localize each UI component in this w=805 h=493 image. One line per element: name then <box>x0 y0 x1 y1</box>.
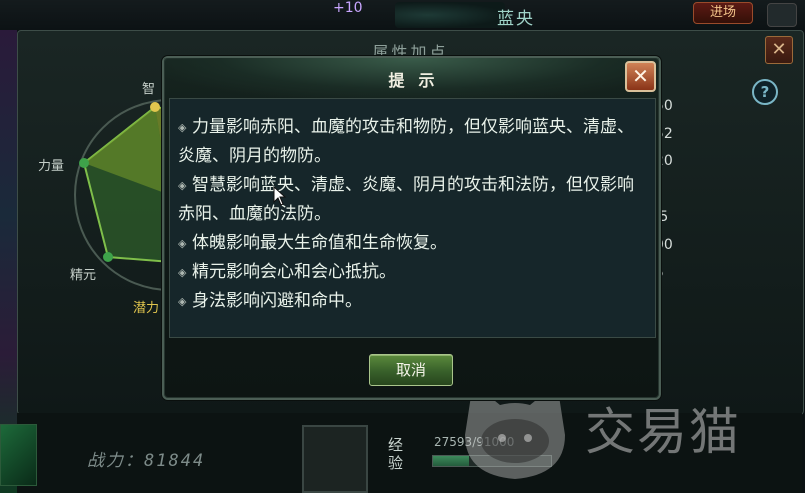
tip-text: 体魄影响最大生命值和生命恢复。 <box>192 233 447 253</box>
mouse-cursor-icon <box>273 186 287 206</box>
dialog-title: 提示 <box>388 71 449 90</box>
watermark-text: 交易猫 <box>585 403 741 461</box>
tip-item-wisdom: ◈ 智慧影响蓝央、清虚、炎魔、阴月的攻击和法防，但仅影响赤阳、血魔的法防。 <box>178 171 648 229</box>
hud-title: 蓝央 <box>497 9 535 29</box>
tip-text: 智慧影响蓝央、清虚、炎魔、阴月的攻击和法防，但仅影响赤阳、血魔的法防。 <box>178 175 634 224</box>
item-slot[interactable] <box>302 425 368 493</box>
tip-text: 精元影响会心和会心抵抗。 <box>192 262 396 282</box>
attribute-panel-close-button[interactable]: ✕ <box>765 36 793 64</box>
tip-item-essence: ◈ 精元影响会心和会心抵抗。 <box>178 258 648 287</box>
tip-list: ◈ 力量影响赤阳、血魔的攻击和物防，但仅影响蓝央、清虚、炎魔、阴月的物防。 ◈ 智慧… <box>178 113 648 316</box>
dialog-content: ◈ 力量影响赤阳、血魔的攻击和物防，但仅影响蓝央、清虚、炎魔、阴月的物防。 ◈ 智慧… <box>169 98 656 338</box>
bullet-icon: ◈ <box>178 121 187 134</box>
exp-label-line-1: 经 <box>388 436 404 454</box>
exp-label: 经 验 <box>388 436 403 472</box>
exp-label-line-2: 验 <box>388 454 404 472</box>
hud-badge-button[interactable]: 进场 <box>693 2 753 24</box>
tip-dialog: 提示 ✕ ◈ 力量影响赤阳、血魔的攻击和物防，但仅影响蓝央、清虚、炎魔、阴月的物防… <box>162 56 661 400</box>
skill-slot-left[interactable] <box>0 424 37 486</box>
radar-label-essence: 精元 <box>70 268 97 283</box>
dialog-close-button[interactable]: ✕ <box>625 61 656 92</box>
bullet-icon: ◈ <box>178 266 187 279</box>
hud-emblem-icon <box>395 2 505 28</box>
bullet-icon: ◈ <box>178 295 187 308</box>
tip-item-strength: ◈ 力量影响赤阳、血魔的攻击和物防，但仅影响蓝央、清虚、炎魔、阴月的物防。 <box>178 113 648 171</box>
radar-label-potential: 潜力 <box>133 301 160 316</box>
tip-item-constitution: ◈ 体魄影响最大生命值和生命恢复。 <box>178 229 648 258</box>
help-icon[interactable]: ? <box>752 79 778 105</box>
hud-count: +10 <box>333 0 363 16</box>
radar-label-wisdom: 智 <box>142 82 156 97</box>
tip-text: 身法影响闪避和命中。 <box>192 291 362 311</box>
tip-item-agility: ◈ 身法影响闪避和命中。 <box>178 287 648 316</box>
cancel-button[interactable]: 取消 <box>369 354 453 386</box>
tip-text: 力量影响赤阳、血魔的攻击和物防，但仅影响蓝央、清虚、炎魔、阴月的物防。 <box>178 117 634 166</box>
radar-label-strength: 力量 <box>38 159 65 174</box>
combat-power-readout: 战力：81844 <box>87 451 206 471</box>
top-hud-bar: +10 蓝央 进场 <box>0 0 805 30</box>
bullet-icon: ◈ <box>178 237 187 250</box>
bullet-icon: ◈ <box>178 179 187 192</box>
hud-close-icon[interactable] <box>767 3 797 27</box>
